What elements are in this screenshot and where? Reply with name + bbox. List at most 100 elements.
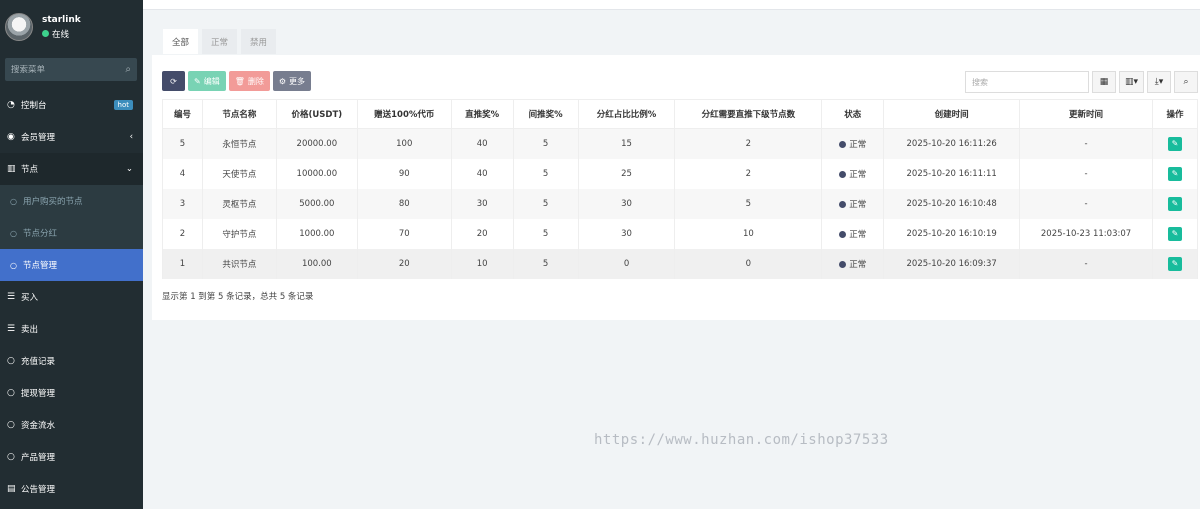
- tab-all[interactable]: 全部: [163, 29, 199, 54]
- edit-button-label: 编辑: [203, 76, 220, 86]
- cell-status: 正常: [821, 248, 885, 279]
- watermark-text: https://www.huzhan.com/ishop37533: [594, 432, 889, 448]
- cell-required-subnodes: 10: [674, 218, 823, 249]
- pencil-icon: ✎: [1171, 198, 1179, 208]
- sidebar-item-withdraw[interactable]: ○ 提现管理: [0, 377, 143, 409]
- cell-status: 正常: [821, 188, 885, 219]
- user-status: 在线: [42, 28, 81, 40]
- trash-icon: ▥: [7, 164, 16, 174]
- edit-button[interactable]: ✎ 编辑: [188, 71, 226, 91]
- sidebar-item-label: 公告管理: [21, 485, 56, 495]
- cell-id: 2: [162, 218, 203, 249]
- cell-required-subnodes: 5: [674, 188, 823, 219]
- sidebar-subitem-label: 节点管理: [22, 261, 57, 271]
- sidebar-subitem-node-dividends[interactable]: ○ 节点分红: [0, 217, 143, 249]
- th-required-subnodes[interactable]: 分红需要直推下级节点数: [674, 99, 823, 129]
- sidebar-subitem-label: 用户购买的节点: [22, 197, 83, 207]
- status-text: 正常: [849, 139, 867, 150]
- sidebar-item-label: 提现管理: [21, 389, 56, 399]
- cell-indirect-reward: 5: [512, 158, 579, 189]
- table-row[interactable]: 4 天使节点 10000.00 90 40 5 25 2 正常 2025-10-…: [162, 158, 1199, 189]
- pencil-icon: ✎: [1171, 168, 1179, 178]
- tab-normal[interactable]: 正常: [202, 29, 238, 54]
- table-search-input[interactable]: [964, 71, 1089, 93]
- sidebar-subitem-node-management[interactable]: ○ 节点管理: [0, 249, 143, 281]
- list-icon: ☰: [7, 324, 16, 334]
- cell-created-at: 2025-10-20 16:10:48: [883, 188, 1021, 219]
- sidebar-item-label: 产品管理: [21, 453, 56, 463]
- search-icon[interactable]: ⌕: [125, 64, 131, 75]
- cell-created-at: 2025-10-20 16:09:37: [883, 248, 1021, 279]
- th-id[interactable]: 编号: [162, 99, 203, 129]
- status-text: 正常: [849, 199, 867, 210]
- row-edit-button[interactable]: ✎: [1167, 136, 1182, 151]
- sidebar-item-buy[interactable]: ☰ 买入: [0, 281, 143, 313]
- sidebar-item-announcements[interactable]: ▤ 公告管理: [0, 473, 143, 505]
- export-icon: ⤓▾: [1154, 77, 1164, 87]
- th-status[interactable]: 状态: [821, 99, 885, 129]
- menu-search-input[interactable]: [11, 64, 126, 75]
- cell-updated-at: 2025-10-23 11:03:07: [1019, 218, 1153, 249]
- th-node-name[interactable]: 节点名称: [201, 99, 277, 129]
- sidebar-item-recharge[interactable]: ○ 充值记录: [0, 345, 143, 377]
- pencil-icon: ✎: [1171, 258, 1179, 268]
- th-updated-at[interactable]: 更新时间: [1019, 99, 1153, 129]
- status-text: 正常: [849, 229, 867, 240]
- delete-button[interactable]: 🗑 删除: [228, 71, 270, 91]
- file-icon: ▤: [7, 484, 16, 494]
- sidebar-item-nodes[interactable]: ▥ 节点 ⌄: [0, 153, 143, 185]
- online-dot-icon: [42, 30, 49, 37]
- cell-actions: ✎: [1151, 248, 1199, 279]
- toggle-view-button[interactable]: ▦: [1091, 71, 1116, 93]
- sidebar-item-products[interactable]: ○ 产品管理: [0, 441, 143, 473]
- cell-direct-reward: 20: [450, 218, 514, 249]
- cell-created-at: 2025-10-20 16:11:26: [883, 128, 1021, 159]
- circle-icon: ○: [7, 356, 15, 366]
- th-gift-token[interactable]: 赠送100%代币: [356, 99, 452, 129]
- refresh-icon: ⟳: [170, 76, 177, 86]
- tab-disabled[interactable]: 禁用: [241, 29, 277, 54]
- cell-node-name: 共识节点: [201, 248, 277, 279]
- cell-direct-reward: 40: [450, 158, 514, 189]
- sidebar-subitem-label: 节点分红: [22, 229, 57, 239]
- cell-actions: ✎: [1151, 158, 1199, 189]
- sidebar-item-members[interactable]: ◉ 会员管理 ‹: [0, 121, 143, 153]
- row-edit-button[interactable]: ✎: [1167, 256, 1182, 271]
- th-indirect-reward[interactable]: 间推奖%: [512, 99, 579, 129]
- cell-status: 正常: [821, 158, 885, 189]
- sidebar-item-dashboard[interactable]: ◔ 控制台 hot: [0, 89, 143, 121]
- export-button[interactable]: ⤓▾: [1147, 71, 1171, 93]
- top-header-strip: [143, 0, 1200, 10]
- more-button[interactable]: ⚙ 更多: [272, 71, 312, 91]
- th-direct-reward[interactable]: 直推奖%: [450, 99, 514, 129]
- th-actions: 操作: [1151, 99, 1199, 129]
- sidebar-item-label: 充值记录: [21, 357, 56, 367]
- hot-badge: hot: [113, 100, 133, 110]
- cell-updated-at: -: [1019, 128, 1153, 159]
- columns-icon: ▥▾: [1124, 77, 1138, 87]
- th-created-at[interactable]: 创建时间: [883, 99, 1021, 129]
- delete-button-label: 删除: [247, 76, 264, 86]
- row-edit-button[interactable]: ✎: [1167, 226, 1182, 241]
- cell-gift-token: 20: [356, 248, 452, 279]
- status-dot-icon: [839, 170, 847, 178]
- advanced-search-button[interactable]: ⌕: [1174, 71, 1198, 93]
- table-row[interactable]: 3 灵枢节点 5000.00 80 30 5 30 5 正常 2025-10-2…: [162, 188, 1199, 219]
- menu-search-box: ⌕: [5, 58, 137, 81]
- pagination-info: 显示第 1 到第 5 条记录，总共 5 条记录: [162, 292, 314, 302]
- nodes-table: 编号 节点名称 价格(USDT) 赠送100%代币 直推奖% 间推奖% 分红占比…: [162, 99, 1199, 279]
- columns-button[interactable]: ▥▾: [1118, 71, 1144, 93]
- table-row[interactable]: 5 永恒节点 20000.00 100 40 5 15 2 正常 2025-10…: [162, 128, 1199, 159]
- row-edit-button[interactable]: ✎: [1167, 166, 1182, 181]
- th-dividend-ratio[interactable]: 分红占比比例%: [577, 99, 676, 129]
- sidebar-subitem-user-nodes[interactable]: ○ 用户购买的节点: [0, 185, 143, 217]
- cell-indirect-reward: 5: [512, 128, 579, 159]
- sidebar-item-fund-flow[interactable]: ○ 资金流水: [0, 409, 143, 441]
- row-edit-button[interactable]: ✎: [1167, 196, 1182, 211]
- table-row[interactable]: 2 守护节点 1000.00 70 20 5 30 10 正常 2025-10-…: [162, 218, 1199, 249]
- cell-gift-token: 90: [356, 158, 452, 189]
- refresh-button[interactable]: ⟳: [162, 71, 185, 91]
- sidebar-item-sell[interactable]: ☰ 卖出: [0, 313, 143, 345]
- th-price[interactable]: 价格(USDT): [275, 99, 358, 129]
- table-row[interactable]: 1 共识节点 100.00 20 10 5 0 0 正常 2025-10-20 …: [162, 248, 1199, 279]
